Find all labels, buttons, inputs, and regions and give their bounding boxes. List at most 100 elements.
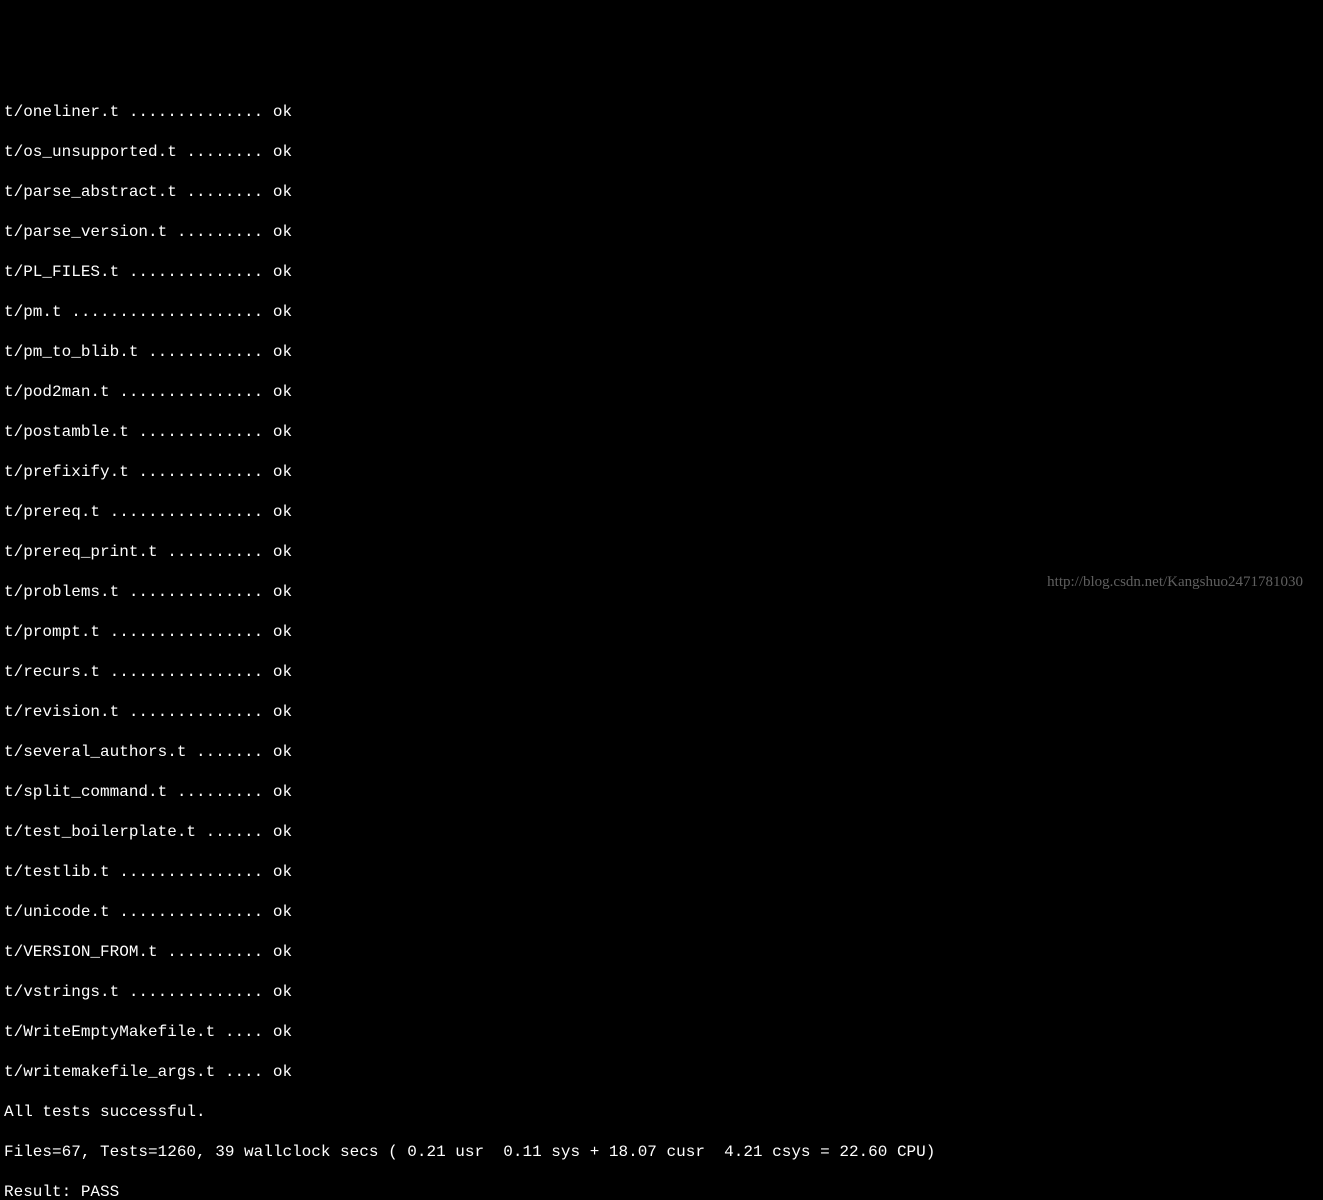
test-dots: ...... bbox=[196, 823, 273, 841]
test-file: t/testlib.t bbox=[4, 863, 110, 881]
test-file: t/parse_version.t bbox=[4, 223, 167, 241]
test-dots: ....... bbox=[186, 743, 272, 761]
test-dots: .......... bbox=[158, 943, 273, 961]
test-file: t/unicode.t bbox=[4, 903, 110, 921]
test-result-line: t/prereq_print.t .......... ok bbox=[4, 542, 1319, 562]
test-status: ok bbox=[273, 623, 292, 641]
watermark-text: http://blog.csdn.net/Kangshuo2471781030 bbox=[1047, 573, 1303, 592]
test-result-line: t/oneliner.t .............. ok bbox=[4, 102, 1319, 122]
test-file: t/oneliner.t bbox=[4, 103, 119, 121]
test-status: ok bbox=[273, 223, 292, 241]
test-result-line: t/vstrings.t .............. ok bbox=[4, 982, 1319, 1002]
test-dots: ............... bbox=[110, 383, 273, 401]
test-file: t/recurs.t bbox=[4, 663, 100, 681]
test-file: t/revision.t bbox=[4, 703, 119, 721]
test-status: ok bbox=[273, 423, 292, 441]
test-dots: .............. bbox=[119, 703, 273, 721]
test-file: t/vstrings.t bbox=[4, 983, 119, 1001]
test-result-line: t/split_command.t ......... ok bbox=[4, 782, 1319, 802]
test-dots: ................ bbox=[100, 503, 273, 521]
test-status: ok bbox=[273, 663, 292, 681]
test-status: ok bbox=[273, 983, 292, 1001]
terminal-output: t/oneliner.t .............. ok t/os_unsu… bbox=[4, 82, 1319, 1200]
test-result-line: t/parse_version.t ......... ok bbox=[4, 222, 1319, 242]
test-dots: ................ bbox=[100, 623, 273, 641]
test-status: ok bbox=[273, 303, 292, 321]
test-status: ok bbox=[273, 863, 292, 881]
test-dots: .............. bbox=[119, 263, 273, 281]
test-file: t/writemakefile_args.t bbox=[4, 1063, 215, 1081]
test-file: t/test_boilerplate.t bbox=[4, 823, 196, 841]
test-result-line: t/writemakefile_args.t .... ok bbox=[4, 1062, 1319, 1082]
test-status: ok bbox=[273, 903, 292, 921]
test-file: t/WriteEmptyMakefile.t bbox=[4, 1023, 215, 1041]
test-dots: .............. bbox=[119, 583, 273, 601]
test-dots: ........ bbox=[177, 183, 273, 201]
summary-success: All tests successful. bbox=[4, 1102, 1319, 1122]
test-dots: ............. bbox=[129, 463, 273, 481]
test-status: ok bbox=[273, 543, 292, 561]
test-result-line: t/pm.t .................... ok bbox=[4, 302, 1319, 322]
test-file: t/VERSION_FROM.t bbox=[4, 943, 158, 961]
test-file: t/pm.t bbox=[4, 303, 62, 321]
test-file: t/prompt.t bbox=[4, 623, 100, 641]
test-dots: ......... bbox=[167, 783, 273, 801]
test-dots: .............. bbox=[119, 983, 273, 1001]
test-status: ok bbox=[273, 103, 292, 121]
test-dots: ............. bbox=[129, 423, 273, 441]
test-dots: ........ bbox=[177, 143, 273, 161]
test-status: ok bbox=[273, 1023, 292, 1041]
summary-stats: Files=67, Tests=1260, 39 wallclock secs … bbox=[4, 1142, 1319, 1162]
test-status: ok bbox=[273, 463, 292, 481]
test-result-line: t/several_authors.t ....... ok bbox=[4, 742, 1319, 762]
test-result-line: t/prefixify.t ............. ok bbox=[4, 462, 1319, 482]
test-result-line: t/test_boilerplate.t ...... ok bbox=[4, 822, 1319, 842]
test-status: ok bbox=[273, 783, 292, 801]
test-result-line: t/WriteEmptyMakefile.t .... ok bbox=[4, 1022, 1319, 1042]
test-dots: ......... bbox=[167, 223, 273, 241]
test-status: ok bbox=[273, 703, 292, 721]
summary-result: Result: PASS bbox=[4, 1182, 1319, 1200]
test-dots: ............... bbox=[110, 863, 273, 881]
test-result-line: t/postamble.t ............. ok bbox=[4, 422, 1319, 442]
test-status: ok bbox=[273, 383, 292, 401]
test-dots: .... bbox=[215, 1023, 273, 1041]
test-result-line: t/recurs.t ................ ok bbox=[4, 662, 1319, 682]
test-result-line: t/pod2man.t ............... ok bbox=[4, 382, 1319, 402]
test-file: t/pod2man.t bbox=[4, 383, 110, 401]
test-status: ok bbox=[273, 143, 292, 161]
test-status: ok bbox=[273, 263, 292, 281]
test-file: t/postamble.t bbox=[4, 423, 129, 441]
test-status: ok bbox=[273, 1063, 292, 1081]
test-file: t/PL_FILES.t bbox=[4, 263, 119, 281]
test-result-line: t/unicode.t ............... ok bbox=[4, 902, 1319, 922]
test-result-line: t/prereq.t ................ ok bbox=[4, 502, 1319, 522]
test-file: t/prereq.t bbox=[4, 503, 100, 521]
test-file: t/prefixify.t bbox=[4, 463, 129, 481]
test-result-line: t/prompt.t ................ ok bbox=[4, 622, 1319, 642]
test-result-line: t/PL_FILES.t .............. ok bbox=[4, 262, 1319, 282]
test-file: t/pm_to_blib.t bbox=[4, 343, 138, 361]
test-dots: .... bbox=[215, 1063, 273, 1081]
test-dots: ............... bbox=[110, 903, 273, 921]
test-dots: .............. bbox=[119, 103, 273, 121]
test-result-line: t/testlib.t ............... ok bbox=[4, 862, 1319, 882]
test-status: ok bbox=[273, 503, 292, 521]
test-file: t/prereq_print.t bbox=[4, 543, 158, 561]
test-file: t/problems.t bbox=[4, 583, 119, 601]
test-status: ok bbox=[273, 743, 292, 761]
test-file: t/several_authors.t bbox=[4, 743, 186, 761]
test-dots: .......... bbox=[158, 543, 273, 561]
test-dots: ................ bbox=[100, 663, 273, 681]
test-result-line: t/revision.t .............. ok bbox=[4, 702, 1319, 722]
test-result-line: t/os_unsupported.t ........ ok bbox=[4, 142, 1319, 162]
test-result-line: t/pm_to_blib.t ............ ok bbox=[4, 342, 1319, 362]
test-file: t/split_command.t bbox=[4, 783, 167, 801]
test-result-line: t/VERSION_FROM.t .......... ok bbox=[4, 942, 1319, 962]
test-result-line: t/parse_abstract.t ........ ok bbox=[4, 182, 1319, 202]
test-dots: .................... bbox=[62, 303, 273, 321]
test-status: ok bbox=[273, 343, 292, 361]
test-status: ok bbox=[273, 183, 292, 201]
test-file: t/os_unsupported.t bbox=[4, 143, 177, 161]
test-status: ok bbox=[273, 583, 292, 601]
